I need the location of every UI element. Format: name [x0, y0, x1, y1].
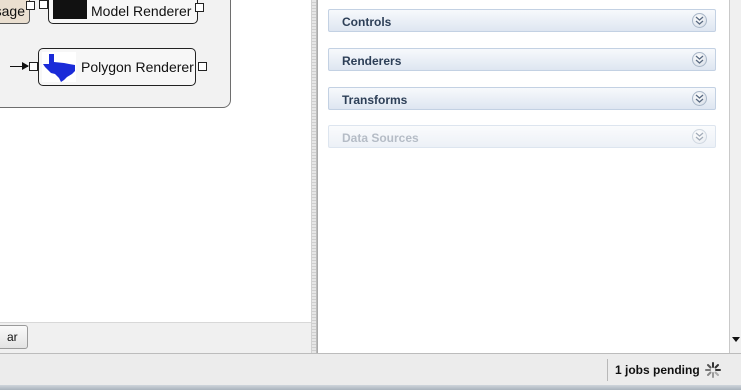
polygon-renderer-node[interactable]: Polygon Renderer: [38, 48, 196, 86]
expand-chevron-icon[interactable]: [692, 91, 707, 106]
status-bar: 1 jobs pending: [0, 353, 741, 385]
expand-chevron-icon: [692, 129, 707, 144]
section-transforms[interactable]: Transforms: [328, 87, 716, 110]
image-node-label: sage: [0, 3, 25, 19]
output-port[interactable]: [26, 1, 35, 10]
section-renderers-label: Renderers: [342, 54, 402, 68]
section-data-sources-label: Data Sources: [342, 131, 419, 145]
section-data-sources: Data Sources: [328, 125, 716, 148]
polygon-output-port[interactable]: [198, 62, 207, 71]
section-controls-label: Controls: [342, 15, 392, 29]
texas-shape-icon: [42, 52, 76, 82]
section-transforms-label: Transforms: [342, 93, 408, 107]
polygon-renderer-label: Polygon Renderer: [81, 59, 194, 75]
section-renderers[interactable]: Renderers: [328, 48, 716, 71]
model-renderer-node[interactable]: Model Renderer: [48, 0, 198, 24]
image-node[interactable]: sage: [0, 0, 35, 24]
expand-chevron-icon[interactable]: [692, 13, 707, 28]
arrow-head-icon: [22, 62, 29, 70]
model-renderer-label: Model Renderer: [91, 3, 192, 19]
model-input-port[interactable]: [39, 0, 48, 9]
expand-chevron-icon[interactable]: [692, 52, 707, 67]
left-bottom-toolbar: [0, 322, 311, 353]
window-bottom-edge: [0, 385, 741, 390]
model-thumbnail: [53, 0, 87, 19]
sidebar-toggle-button[interactable]: ar: [0, 325, 28, 349]
status-divider: [607, 359, 608, 381]
scroll-down-icon[interactable]: [732, 337, 740, 342]
jobs-pending-label: 1 jobs pending: [615, 363, 700, 377]
graph-canvas[interactable]: sage Model Renderer Polygon Renderer: [0, 0, 311, 353]
section-controls[interactable]: Controls: [328, 9, 716, 32]
polygon-input-port[interactable]: [29, 62, 38, 71]
vertical-scrollbar[interactable]: [729, 0, 741, 353]
model-output-port[interactable]: [195, 3, 204, 12]
spinner-icon: [705, 362, 721, 381]
palette-panel: Controls Renderers Transforms Data Sourc…: [317, 0, 729, 353]
